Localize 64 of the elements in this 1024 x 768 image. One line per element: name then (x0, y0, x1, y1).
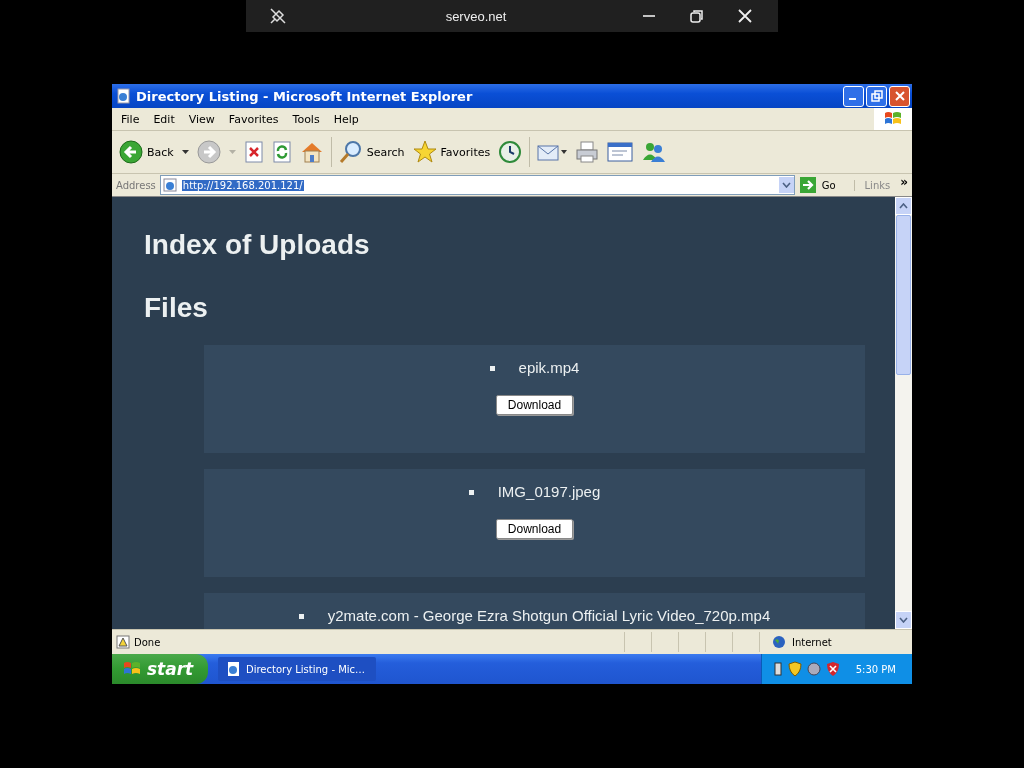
history-button[interactable] (497, 138, 524, 166)
bullet-icon (489, 365, 495, 371)
scroll-down-button[interactable] (895, 611, 912, 629)
caret-icon (781, 182, 791, 188)
shield-icon[interactable] (786, 661, 803, 677)
dropdown-button[interactable] (778, 177, 794, 193)
address-label: Address (116, 179, 156, 191)
bullet-icon (468, 489, 474, 495)
viewer-title: serveo.net (444, 8, 508, 24)
page-heading: Index of Uploads (144, 228, 371, 262)
clock: 5:30 PM (855, 663, 896, 675)
chevron-button[interactable]: » (894, 175, 912, 195)
bullet-icon (298, 613, 304, 619)
file-name: epik.mp4 (518, 358, 580, 378)
close-button[interactable] (889, 85, 910, 107)
star-icon (412, 140, 437, 164)
start-button[interactable]: start (112, 654, 208, 684)
favorites-button[interactable]: Favorites (411, 138, 492, 166)
menu-item[interactable]: Help (326, 112, 366, 126)
restore-icon (870, 90, 883, 102)
back-button[interactable]: Back (118, 138, 190, 166)
status-text: Done (134, 636, 161, 648)
shield-x-icon[interactable] (824, 661, 841, 677)
file-name: y2mate.com - George Ezra Shotgun Official Lyric Video_720p.mp4 (327, 606, 771, 626)
refresh-button[interactable] (270, 139, 293, 165)
tray-device-icon[interactable] (771, 661, 784, 677)
edit-button[interactable] (606, 139, 635, 165)
windows-flag-icon (874, 108, 912, 130)
print-button[interactable] (574, 138, 601, 166)
arrow-icon (798, 176, 817, 194)
warning-page-icon (116, 635, 130, 649)
menu-item[interactable]: Edit (146, 112, 182, 126)
caret-icon[interactable] (181, 150, 189, 154)
close-icon[interactable] (738, 9, 752, 23)
tray-circle-icon[interactable] (805, 661, 822, 677)
download-button[interactable]: Download (495, 519, 574, 539)
download-button[interactable]: Download (495, 395, 574, 415)
section-heading: Files (144, 291, 209, 325)
menu-item[interactable]: File (114, 112, 147, 126)
scrollbar[interactable] (895, 197, 912, 629)
page-icon (226, 661, 242, 677)
menu-item[interactable]: View (181, 112, 222, 126)
address-field[interactable]: http://192.168.201.121/ (159, 175, 795, 195)
restore-icon[interactable] (690, 9, 704, 23)
scroll-up-button[interactable] (895, 197, 912, 215)
page-icon (116, 88, 132, 104)
unpin-icon[interactable] (269, 7, 287, 25)
menu-item[interactable]: Favorites (221, 112, 286, 126)
address-text: http://192.168.201.121/ (181, 179, 304, 191)
taskbar-window-button[interactable]: Directory Listing - Mic… (218, 657, 376, 681)
stop-button[interactable] (242, 139, 265, 165)
search-icon (338, 140, 363, 164)
close-icon (893, 90, 906, 102)
search-button[interactable]: Search (337, 138, 406, 166)
minimize-button[interactable] (843, 85, 864, 107)
menu-item[interactable]: Tools (285, 112, 327, 126)
globe-icon (772, 635, 786, 649)
zone-text: Internet (792, 636, 832, 648)
restore-button[interactable] (866, 85, 887, 107)
window-title: Directory Listing - Microsoft Internet Explorer (136, 88, 474, 104)
go-button[interactable]: Go (798, 176, 850, 194)
file-name: IMG_0197.jpeg (497, 482, 601, 502)
minimize-icon (848, 98, 856, 100)
page-icon (162, 178, 179, 192)
